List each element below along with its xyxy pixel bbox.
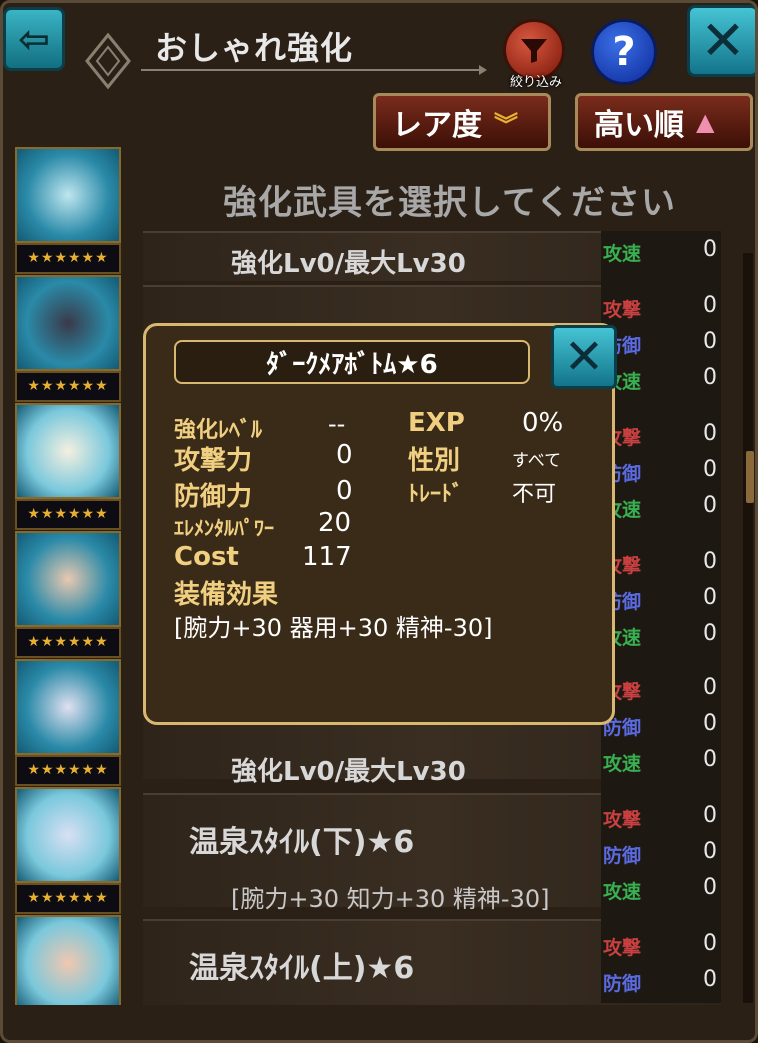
funnel-icon — [521, 39, 547, 63]
equipment-image — [15, 659, 121, 755]
stat-value: 0 — [703, 967, 717, 992]
row-level: 強化Lv0/最大Lv30 — [231, 757, 466, 787]
equipment-thumbnail[interactable]: ★★★★★★ — [15, 147, 121, 274]
scrollbar-track[interactable] — [743, 253, 753, 1003]
equipment-image — [15, 787, 121, 883]
screen-frame: ⇦ おしゃれ強化 絞り込み ? ✕ レア度 ︾ 高い順 ▲ 強化武具を選択してく… — [0, 0, 758, 1043]
equipment-thumbnail[interactable]: ★★★★★★ — [15, 787, 121, 914]
stat-label-speed: 攻速 — [603, 243, 642, 265]
equipment-thumbnail[interactable] — [15, 915, 121, 1005]
popup-close-button[interactable]: ✕ — [551, 325, 617, 389]
cost-label: Cost — [174, 542, 239, 572]
back-arrow-icon: ⇦ — [18, 17, 50, 61]
gender-value: すべて — [512, 451, 562, 471]
stat-label-defense: 防御 — [603, 973, 642, 995]
stat-value: 0 — [703, 457, 717, 482]
row-item-name: 温泉ｽﾀｲﾙ(下)★6 — [189, 825, 415, 860]
back-button[interactable]: ⇦ — [3, 7, 65, 71]
defense-power-value: 0 — [336, 476, 353, 506]
stat-value: 0 — [703, 493, 717, 518]
trade-label: ﾄﾚｰﾄﾞ — [408, 482, 464, 507]
stat-label-attack: 攻撃 — [603, 809, 642, 831]
popup-item-name: ﾀﾞｰｸﾒｱﾎﾞﾄﾑ★6 — [174, 340, 530, 384]
cost-value: 117 — [302, 542, 352, 572]
stat-value: 0 — [703, 365, 717, 390]
item-detail-popup: ﾀﾞｰｸﾒｱﾎﾞﾄﾑ★6 強化ﾚﾍﾞﾙ -- EXP 0% 攻撃力 0 性別 す… — [143, 323, 615, 725]
help-button[interactable]: ? — [591, 19, 657, 85]
stat-value: 0 — [703, 839, 717, 864]
attack-power-value: 0 — [336, 440, 353, 470]
stat-value: 0 — [703, 711, 717, 736]
elemental-power-label: ｴﾚﾒﾝﾀﾙﾊﾟﾜｰ — [174, 516, 274, 540]
elemental-power-value: 20 — [318, 508, 352, 538]
filter-label: 絞り込み — [509, 75, 562, 90]
equipment-thumbnail-list: ★★★★★★ ★★★★★★ ★★★★★★ ★★★★★★ ★★★★★★ ★★★★★… — [15, 147, 121, 1005]
stat-value: 0 — [703, 549, 717, 574]
stat-value: 0 — [703, 803, 717, 828]
equip-effect-value: [腕力+30 器用+30 精神-30] — [174, 614, 493, 642]
trade-value: 不可 — [512, 482, 557, 507]
row-effect: [腕力+30 知力+30 精神-30] — [231, 885, 550, 913]
exp-value: 0% — [522, 408, 564, 438]
page-title: おしゃれ強化 — [155, 29, 354, 67]
equip-effect-label: 装備効果 — [174, 580, 279, 610]
sort-order-button[interactable]: 高い順 ▲ — [575, 93, 753, 151]
equipment-thumbnail[interactable]: ★★★★★★ — [15, 531, 121, 658]
equipment-thumbnail[interactable]: ★★★★★★ — [15, 659, 121, 786]
double-chevron-down-icon: ︾ — [494, 110, 518, 139]
close-button[interactable]: ✕ — [687, 5, 755, 77]
rarity-stars: ★★★★★★ — [15, 883, 121, 914]
stat-value: 0 — [703, 675, 717, 700]
title-underline — [141, 65, 487, 75]
scrollbar-thumb[interactable] — [746, 451, 754, 503]
triangle-up-icon: ▲ — [696, 108, 715, 136]
stat-label-defense: 防御 — [603, 845, 642, 867]
instruction-text: 強化武具を選択してください — [223, 183, 676, 223]
row-level: 強化Lv0/最大Lv30 — [231, 249, 466, 279]
stat-value: 0 — [703, 293, 717, 318]
stat-value: 0 — [703, 747, 717, 772]
sort-order-label: 高い順 — [594, 108, 684, 143]
title-ornament-icon — [85, 32, 131, 90]
defense-power-label: 防御力 — [174, 482, 253, 512]
sort-rarity-label: レア度 — [392, 108, 482, 143]
equipment-thumbnail[interactable]: ★★★★★★ — [15, 275, 121, 402]
stat-label-attack: 攻撃 — [603, 299, 642, 321]
stat-value: 0 — [703, 875, 717, 900]
attack-power-label: 攻撃力 — [174, 446, 253, 476]
equipment-image — [15, 915, 121, 1005]
stat-label-speed: 攻速 — [603, 753, 642, 775]
stat-value: 0 — [703, 621, 717, 646]
stat-value: 0 — [703, 585, 717, 610]
enhance-level-value: -- — [328, 410, 346, 438]
equipment-image — [15, 531, 121, 627]
stat-value: 0 — [703, 421, 717, 446]
equipment-image — [15, 275, 121, 371]
stat-label-speed: 攻速 — [603, 881, 642, 903]
stat-value: 0 — [703, 237, 717, 262]
rarity-stars: ★★★★★★ — [15, 627, 121, 658]
equipment-thumbnail[interactable]: ★★★★★★ — [15, 403, 121, 530]
row-item-name: 温泉ｽﾀｲﾙ(上)★6 — [189, 951, 415, 986]
rarity-stars: ★★★★★★ — [15, 243, 121, 274]
rarity-stars: ★★★★★★ — [15, 371, 121, 402]
equipment-image — [15, 403, 121, 499]
stats-column: 攻速 0 攻撃 0 防御 0 攻速 0 攻撃 0 防御 0 攻速 0 攻撃 0 防御 0 攻速 0 … — [601, 231, 721, 1003]
gender-label: 性別 — [408, 446, 461, 476]
stat-value: 0 — [703, 931, 717, 956]
equipment-image — [15, 147, 121, 243]
rarity-stars: ★★★★★★ — [15, 499, 121, 530]
exp-label: EXP — [408, 408, 465, 438]
sort-rarity-button[interactable]: レア度 ︾ — [373, 93, 551, 151]
stat-label-attack: 攻撃 — [603, 937, 642, 959]
stat-value: 0 — [703, 329, 717, 354]
rarity-stars: ★★★★★★ — [15, 755, 121, 786]
